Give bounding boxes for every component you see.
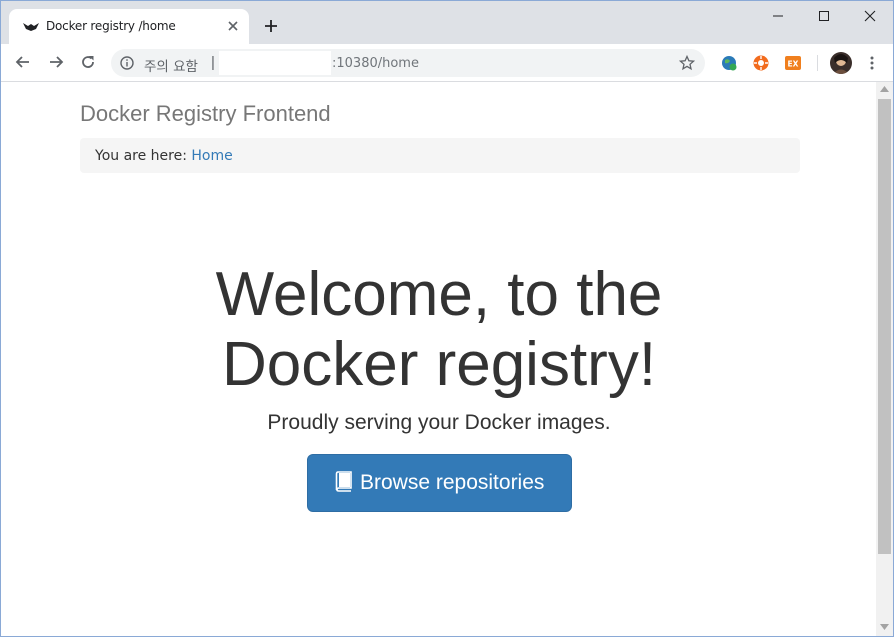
maximize-button[interactable]	[801, 1, 847, 31]
avatar[interactable]	[830, 52, 852, 74]
star-icon[interactable]	[679, 55, 695, 71]
redacted-host	[219, 51, 331, 75]
page-title-line-1: Welcome, to the	[215, 260, 663, 329]
breadcrumb: You are here: Home	[80, 138, 800, 173]
minimize-icon	[773, 15, 783, 17]
minimize-button[interactable]	[755, 1, 801, 31]
toolbar-divider	[817, 55, 818, 71]
browse-repositories-button[interactable]: Browse repositories	[307, 454, 572, 512]
page-title-line-2: Docker registry!	[221, 330, 657, 399]
scrollbar-thumb[interactable]	[878, 99, 891, 554]
avatar-image	[833, 54, 849, 74]
page-viewport: Docker Registry Frontend You are here: H…	[1, 82, 893, 636]
page-subtitle: Proudly serving your Docker images.	[267, 411, 611, 434]
tab-strip: Docker registry /home	[1, 1, 893, 44]
maximize-icon	[819, 11, 829, 21]
arrow-right-icon[interactable]	[47, 53, 65, 71]
browser-toolbar: 주의 요함 | :10380/home EX	[1, 44, 893, 82]
vertical-scrollbar[interactable]	[876, 82, 893, 636]
reload-icon[interactable]	[79, 53, 97, 71]
security-label: 주의 요함	[144, 59, 198, 75]
three-dots-icon[interactable]	[867, 55, 877, 71]
tab-title: Docker registry /home	[46, 19, 176, 33]
breadcrumb-label: You are here: Home	[95, 148, 233, 164]
navbar-brand[interactable]: Docker Registry Frontend	[80, 101, 331, 127]
scroll-down-arrow-icon[interactable]	[880, 624, 889, 630]
close-icon[interactable]	[226, 19, 240, 33]
breadcrumb-home-link[interactable]: Home	[191, 148, 232, 164]
security-separator: |	[211, 54, 215, 71]
url-text: :10380/home	[332, 56, 419, 71]
breadcrumb-prefix: You are here:	[95, 148, 187, 164]
address-bar[interactable]: 주의 요함 | :10380/home	[111, 49, 705, 77]
browser-window: Docker registry /home 주의 요함 |:10380/hom…	[0, 0, 894, 637]
book-icon	[335, 471, 352, 492]
close-window-icon	[864, 10, 876, 22]
orange-circle-extension-icon[interactable]	[752, 54, 770, 72]
docker-registry-logo-icon	[23, 23, 39, 31]
info-icon[interactable]	[120, 56, 134, 70]
plus-icon[interactable]	[263, 18, 279, 34]
close-window-button[interactable]	[847, 1, 893, 31]
page-title: Welcome, to the Docker registry!	[1, 260, 877, 400]
ex-extension-label: EX	[788, 60, 799, 69]
browser-tab[interactable]: Docker registry /home	[9, 9, 249, 44]
arrow-left-icon[interactable]	[14, 53, 32, 71]
ex-extension-icon[interactable]: EX	[784, 54, 802, 72]
scroll-up-arrow-icon[interactable]	[880, 86, 889, 92]
globe-extension-icon[interactable]	[720, 54, 738, 72]
browse-repositories-label: Browse repositories	[360, 471, 545, 494]
